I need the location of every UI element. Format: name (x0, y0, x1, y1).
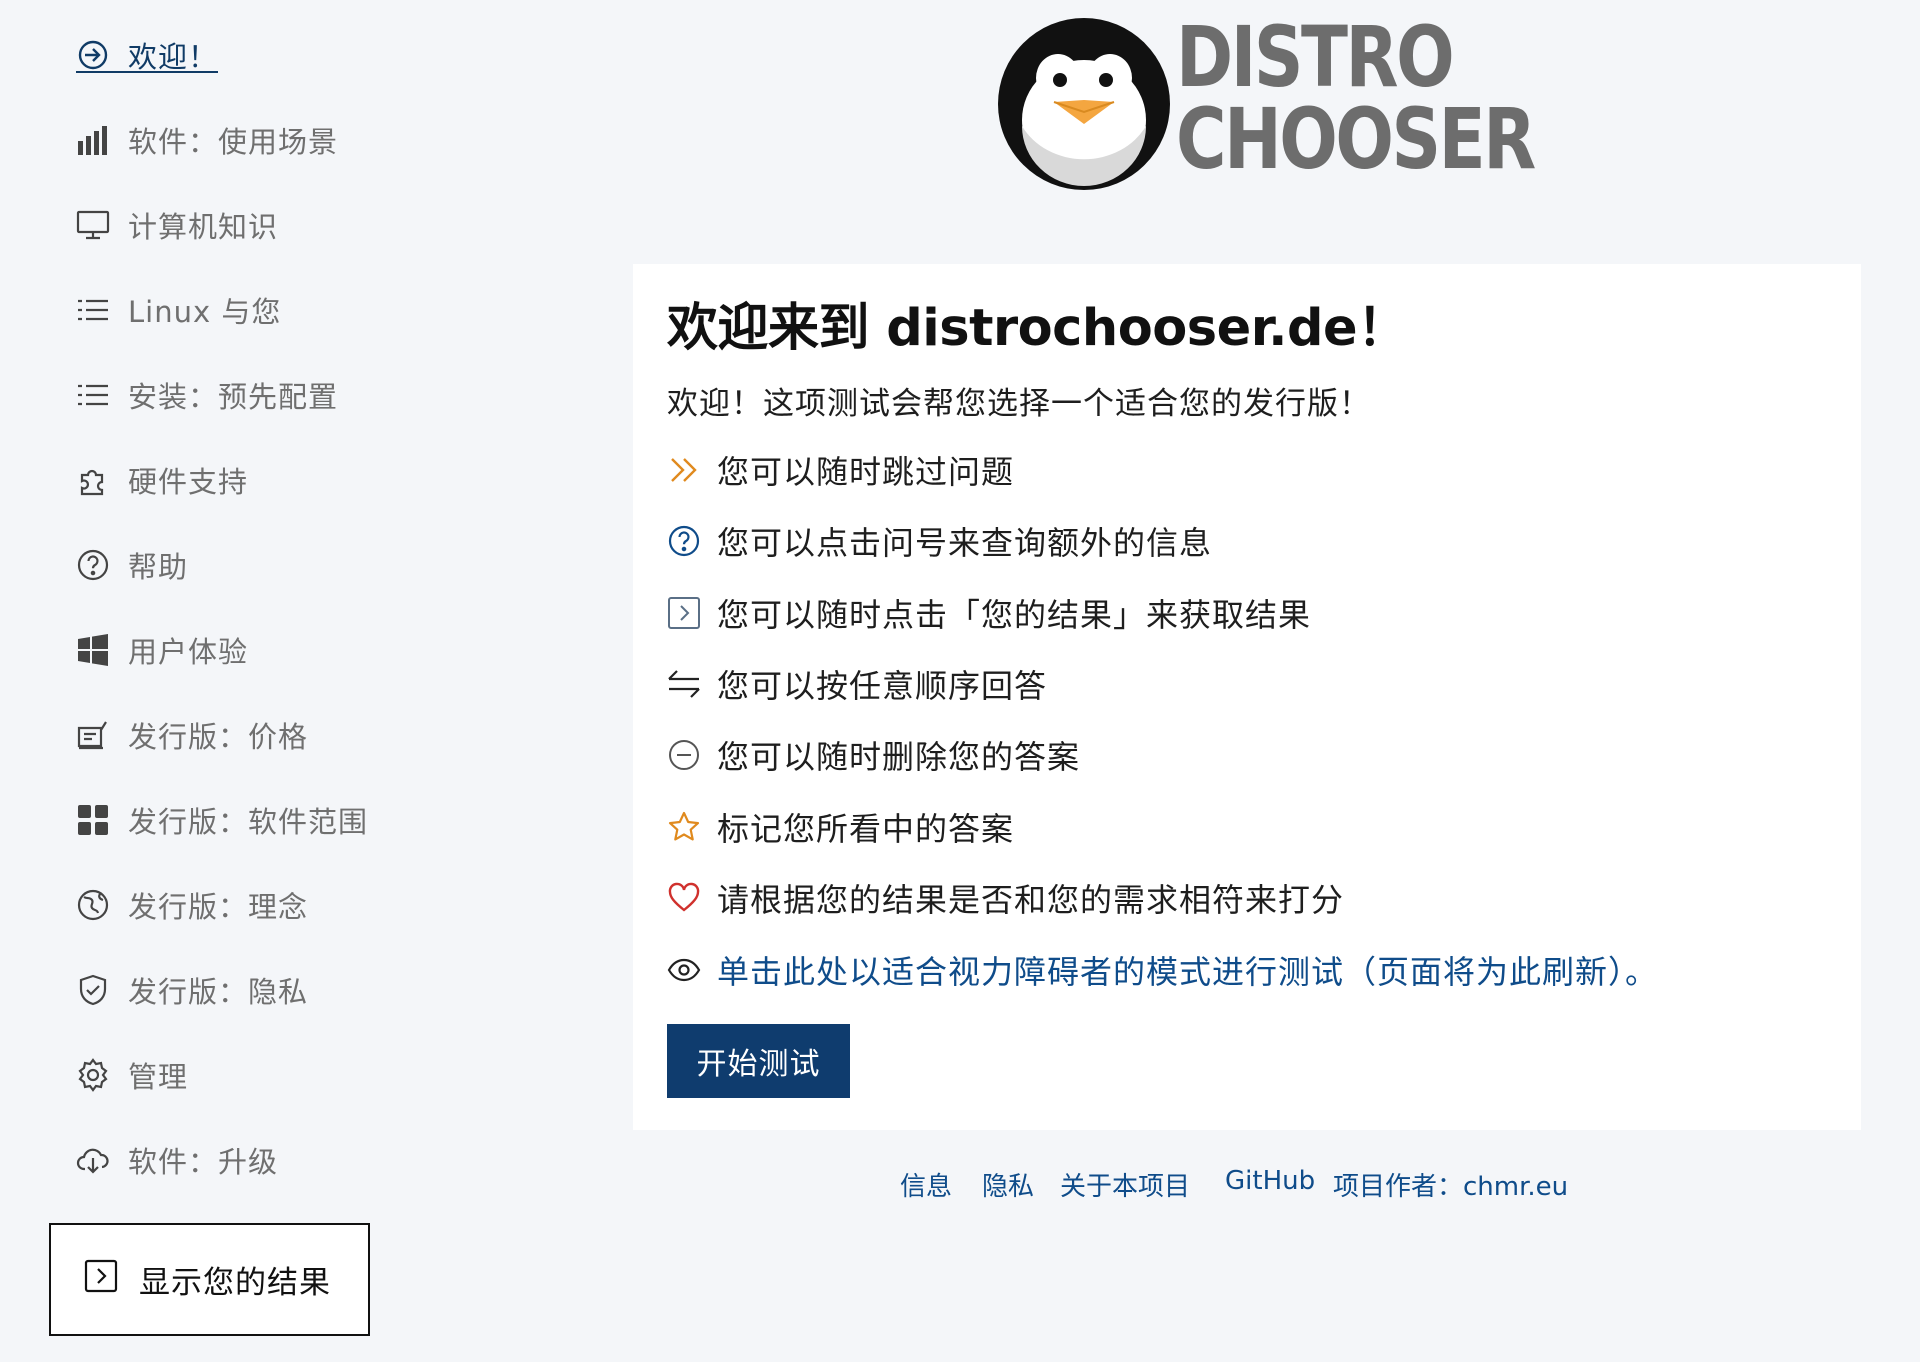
sidebar-item-label: 计算机知识 (128, 210, 279, 244)
sidebar-item-computer-knowledge[interactable]: 计算机知识 (76, 201, 278, 249)
feature-get-results: 您可以随时点击「您的结果」来获取结果 (667, 591, 1311, 635)
sidebar-item-hardware-support[interactable]: 硬件支持 (76, 456, 248, 504)
eye-icon (667, 953, 701, 987)
shield-icon (76, 973, 110, 1007)
sidebar-item-label: 欢迎！ (128, 40, 219, 74)
globe-icon (76, 888, 110, 922)
puzzle-icon (76, 463, 110, 497)
sidebar-item-label: 发行版：价格 (128, 720, 309, 754)
question-circle-icon (76, 548, 110, 582)
gear-icon (76, 1058, 110, 1092)
feature-text: 您可以随时删除您的答案 (717, 738, 1081, 776)
feature-text: 您可以随时点击「您的结果」来获取结果 (717, 596, 1312, 634)
feature-question-mark: 您可以点击问号来查询额外的信息 (667, 519, 1212, 563)
start-test-button[interactable]: 开始测试 (667, 1024, 850, 1098)
active-underline (76, 71, 218, 73)
feature-any-order: 您可以按任意顺序回答 (667, 662, 1047, 706)
sidebar-item-install-preconfig[interactable]: 安装：预先配置 (76, 371, 338, 419)
windows-icon (76, 633, 110, 667)
feature-text: 请根据您的结果是否和您的需求相符来打分 (717, 881, 1345, 919)
sidebar-item-administration[interactable]: 管理 (76, 1051, 188, 1099)
sidebar-item-label: 用户体验 (128, 635, 249, 669)
footer-link-privacy[interactable]: 隐私 (982, 1166, 1034, 1203)
monitor-icon (76, 208, 110, 242)
feature-rate-results: 请根据您的结果是否和您的需求相符来打分 (667, 876, 1344, 920)
feature-text: 标记您所看中的答案 (717, 810, 1015, 848)
show-results-button[interactable]: 显示您的结果 (49, 1223, 370, 1336)
sidebar-item-label: 发行版：隐私 (128, 975, 309, 1009)
sidebar-item-label: 软件：使用场景 (128, 125, 339, 159)
footer-link-about[interactable]: 关于本项目 (1060, 1166, 1190, 1203)
heart-icon (667, 881, 701, 915)
sidebar-item-software-usage[interactable]: 软件：使用场景 (76, 116, 338, 164)
sidebar-item-label: 帮助 (128, 550, 189, 584)
bar-chart-icon (76, 123, 110, 157)
footer-link-author[interactable]: 项目作者：chmr.eu (1333, 1166, 1568, 1203)
logo-line-1: DISTRO (1176, 8, 1455, 106)
feature-skip-questions: 您可以随时跳过问题 (667, 448, 1014, 492)
sidebar-item-user-experience[interactable]: 用户体验 (76, 626, 248, 674)
logo-wordmark: DISTRO CHOOSER (1176, 8, 1536, 188)
sidebar-item-distro-price[interactable]: 发行版：价格 (76, 711, 308, 759)
list-icon (76, 378, 110, 412)
sidebar-item-label: 发行版：软件范围 (128, 805, 369, 839)
accessibility-mode-link[interactable]: 单击此处以适合视力障碍者的模式进行测试（页面将为此刷新）。 (667, 948, 1658, 992)
cash-register-icon (76, 718, 110, 752)
double-chevron-right-icon (667, 453, 701, 487)
star-icon (667, 810, 701, 844)
sidebar-item-distro-software-scope[interactable]: 发行版：软件范围 (76, 796, 368, 844)
chevron-right-square-icon (83, 1258, 119, 1302)
feature-delete-answers: 您可以随时删除您的答案 (667, 733, 1080, 777)
sidebar-item-label: 硬件支持 (128, 465, 249, 499)
feature-mark-answers: 标记您所看中的答案 (667, 805, 1014, 849)
logo-line-2: CHOOSER (1176, 90, 1536, 188)
sidebar-item-label: 软件：升级 (128, 1145, 279, 1179)
feature-text: 您可以点击问号来查询额外的信息 (717, 524, 1213, 562)
page-title: 欢迎来到 distrochooser.de！ (667, 299, 1408, 358)
footer-link-info[interactable]: 信息 (900, 1166, 952, 1203)
sidebar-item-distro-philosophy[interactable]: 发行版：理念 (76, 881, 308, 929)
feature-text: 您可以随时跳过问题 (717, 453, 1015, 491)
feature-text: 单击此处以适合视力障碍者的模式进行测试（页面将为此刷新）。 (717, 953, 1659, 991)
sidebar-item-software-upgrade[interactable]: 软件：升级 (76, 1136, 278, 1184)
chevron-right-square-icon (667, 596, 701, 630)
sidebar-item-distro-privacy[interactable]: 发行版：隐私 (76, 966, 308, 1014)
intro-text: 欢迎！这项测试会帮您选择一个适合您的发行版！ (667, 386, 1371, 422)
question-circle-icon (667, 524, 701, 558)
sidebar: 欢迎！ 软件：使用场景 计算机知识 Linux 与您 安装：预先配置 硬件支持 (0, 0, 620, 1362)
welcome-card: 欢迎来到 distrochooser.de！ 欢迎！这项测试会帮您选择一个适合您… (633, 264, 1861, 1130)
distrochooser-logo[interactable]: DISTRO CHOOSER (996, 15, 1536, 196)
sidebar-item-label: 发行版：理念 (128, 890, 309, 924)
list-icon (76, 293, 110, 327)
penguin-logo-icon (998, 18, 1170, 190)
cloud-download-icon (76, 1143, 110, 1177)
grid-icon (76, 803, 110, 837)
sidebar-item-label: Linux 与您 (128, 295, 282, 329)
sidebar-item-linux-and-you[interactable]: Linux 与您 (76, 286, 281, 334)
sidebar-item-label: 安装：预先配置 (128, 380, 339, 414)
sidebar-item-label: 管理 (128, 1060, 189, 1094)
sidebar-item-help[interactable]: 帮助 (76, 541, 188, 589)
minus-circle-icon (667, 738, 701, 772)
show-results-label: 显示您的结果 (139, 1265, 331, 1301)
arrows-left-right-icon (667, 667, 701, 701)
sign-in-icon (76, 38, 110, 72)
footer-link-github[interactable]: GitHub (1225, 1166, 1315, 1196)
feature-text: 您可以按任意顺序回答 (717, 667, 1048, 705)
